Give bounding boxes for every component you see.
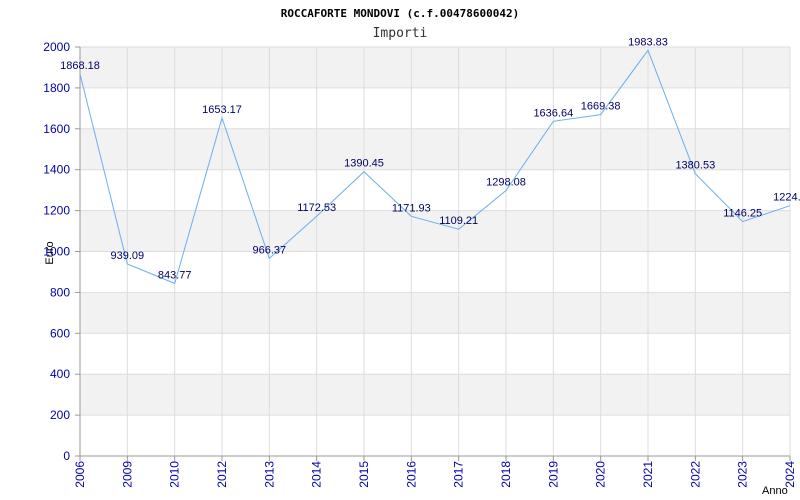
- grid-band: [80, 292, 790, 334]
- x-tick-label: 2018: [499, 461, 513, 488]
- x-tick-label: 2012: [215, 461, 229, 488]
- x-tick-label: 2010: [168, 461, 182, 488]
- data-label: 1380.53: [675, 160, 715, 172]
- data-label: 1669.38: [581, 101, 621, 113]
- y-tick-label: 400: [50, 367, 70, 381]
- x-tick-label: 2023: [736, 461, 750, 488]
- data-label: 939.09: [111, 250, 145, 262]
- chart-title: ROCCAFORTE MONDOVI (c.f.00478600042): [281, 7, 519, 20]
- data-label: 1298.08: [486, 177, 526, 189]
- y-tick-label: 1600: [43, 122, 70, 136]
- y-tick-label: 1400: [43, 163, 70, 177]
- x-tick-label: 2015: [357, 461, 371, 488]
- chart-subtitle: Importi: [373, 26, 428, 41]
- data-label: 1868.18: [60, 60, 100, 72]
- x-tick-label: 2013: [262, 461, 276, 488]
- y-tick-label: 0: [63, 449, 70, 463]
- grid-bands: [80, 47, 790, 416]
- data-label: 1224.2: [773, 192, 800, 204]
- chart: 0200400600800100012001400160018002000 20…: [43, 7, 800, 497]
- data-label: 1390.45: [344, 158, 384, 170]
- x-tick-label: 2021: [641, 461, 655, 488]
- x-tick-label: 2024: [783, 461, 797, 488]
- x-tick-label: 2016: [404, 461, 418, 488]
- y-tick-label: 800: [50, 285, 70, 299]
- data-label: 1171.93: [392, 202, 431, 214]
- y-axis-label: Euro: [44, 241, 56, 264]
- y-tick-label: 1200: [43, 204, 70, 218]
- data-label: 1653.17: [202, 104, 242, 116]
- data-label: 966.37: [253, 244, 287, 256]
- x-tick-label: 2006: [73, 461, 87, 488]
- x-tick-label: 2020: [594, 461, 608, 488]
- x-tick-labels: 2006 2009 2010 2012 2013 2014 2015 2016 2017 2018…: [73, 461, 797, 488]
- y-tick-label: 200: [50, 408, 70, 422]
- data-label: 1983.83: [628, 36, 668, 48]
- grid-band: [80, 374, 790, 416]
- data-label: 843.77: [158, 269, 192, 281]
- y-tick-label: 600: [50, 326, 70, 340]
- x-tick-label: 2009: [120, 461, 134, 488]
- x-axis-label: Anno: [762, 485, 788, 497]
- x-tick-label: 2017: [452, 461, 466, 488]
- x-tick-label: 2014: [310, 461, 324, 488]
- x-tick-label: 2022: [688, 461, 702, 488]
- data-label: 1146.25: [723, 208, 762, 220]
- y-tick-label: 1800: [43, 81, 70, 95]
- data-label: 1636.64: [533, 107, 573, 119]
- grid-band: [80, 47, 790, 88]
- y-tick-label: 2000: [43, 40, 70, 54]
- data-label: 1109.21: [439, 215, 478, 227]
- data-label: 1172.53: [297, 202, 336, 214]
- grid-band: [80, 210, 790, 252]
- x-tick-label: 2019: [546, 461, 560, 488]
